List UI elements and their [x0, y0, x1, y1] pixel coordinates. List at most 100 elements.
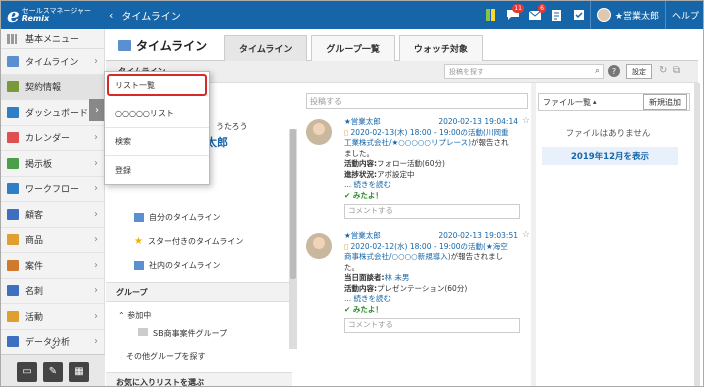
collapse-chevron-icon[interactable]: ⌄ — [1, 338, 105, 352]
tl-item-label: 自分のタイムライン — [149, 212, 221, 222]
post-date[interactable]: 2020-02-13 19:04:14 — [438, 117, 518, 128]
right-scrollbar[interactable] — [694, 83, 700, 386]
field-value: フォロー活動(60分) — [377, 159, 445, 168]
group-name: SB商事案件グループ — [153, 329, 228, 338]
activity-link[interactable]: 2020-02-13(木) 18:00 - 19:00の活動(川岡重 — [351, 128, 509, 137]
refresh-icon[interactable]: ↻ — [659, 65, 667, 76]
checklist-icon[interactable] — [568, 1, 590, 29]
help-icon[interactable]: ? — [608, 65, 620, 77]
empty-files-text: ファイルはありません — [565, 129, 651, 139]
window-icon[interactable]: ▭ — [17, 361, 37, 382]
activity-link-cont[interactable]: 商事株式会社/○○○○新規導入) — [344, 252, 451, 261]
sidebar-item-label: タイムライン — [25, 57, 79, 68]
left-scroll-thumb[interactable] — [290, 129, 296, 279]
sidebar-item-icon — [7, 183, 19, 195]
star-outline-icon[interactable]: ☆ — [522, 230, 530, 241]
sidebar-item[interactable]: 商品 › — [1, 228, 104, 253]
search-icon[interactable]: ⌕ — [595, 66, 600, 76]
tl-item-mine[interactable]: 自分のタイムライン — [116, 205, 291, 229]
user-timeline-icon — [134, 212, 144, 222]
user-menu[interactable]: ★営業太郎 — [589, 1, 665, 29]
month-link[interactable]: 2019年12月を表示 — [542, 147, 678, 165]
group-joined-toggle[interactable]: ⌃ 参加中 — [118, 310, 151, 321]
help-link[interactable]: ヘルプ — [664, 1, 703, 29]
tab-bar: タイムライン グループ一覧 ウォッチ対象 — [224, 35, 483, 61]
menu-item-list-overview[interactable]: リスト一覧 — [107, 74, 207, 96]
tl-item-company[interactable]: 社内のタイムライン — [116, 253, 291, 277]
star-outline-icon[interactable]: ☆ — [522, 116, 530, 127]
top-bar: e セールスマネージャー Remix ‹ タイムライン 11 6 ★営業太郎 ヘ… — [1, 1, 703, 29]
fav-header: お気に入りリストを選ぶ — [106, 372, 292, 386]
sidebar-item[interactable]: 顧客 › — [1, 202, 104, 228]
sidebar-item-icon — [7, 157, 19, 169]
like-button[interactable]: ✔ みたよ！ — [344, 191, 530, 202]
sidebar-item[interactable]: 契約情報 — [1, 74, 104, 100]
file-list-title: ファイル一覧 — [543, 97, 591, 107]
post-author[interactable]: ★営業太郎 — [344, 231, 381, 240]
sidebar-item-label: 顧客 — [25, 210, 44, 221]
post-search-input[interactable]: 投稿を探す ⌕ — [444, 64, 604, 79]
notification-icon[interactable]: 11 — [502, 1, 524, 29]
tl-item-starred[interactable]: ★ スター付きのタイムライン — [116, 229, 291, 253]
app-logo[interactable]: e セールスマネージャー Remix — [1, 1, 105, 29]
bookmark-flag-icon[interactable] — [480, 1, 502, 29]
sidebar-item[interactable]: タイムライン › — [1, 49, 104, 75]
menu-item-saved-list[interactable]: ○○○○○リスト — [105, 100, 209, 128]
sidebar-item[interactable]: 掲示板 › — [1, 151, 104, 177]
sidebar-item-icon — [7, 310, 19, 322]
post-date[interactable]: 2020-02-13 19:03:51 — [438, 231, 518, 242]
sidebar-item[interactable]: 活動 › — [1, 304, 104, 330]
menu-item-search[interactable]: 検索 — [105, 128, 209, 156]
submenu-arrow-icon[interactable]: › — [89, 99, 105, 121]
chevron-left-icon[interactable]: ‹ — [109, 9, 113, 22]
wrench-icon[interactable]: ✎ — [43, 361, 63, 382]
file-list-header[interactable]: ファイル一覧 ▴ 新規追加 — [538, 93, 690, 111]
file-panel: ファイル一覧 ▴ 新規追加 ファイルはありません 2019年12月を表示 — [538, 83, 690, 386]
comment-input[interactable]: コメントする — [344, 318, 520, 333]
sidebar-item-label: カレンダー — [25, 134, 71, 145]
tab-groups[interactable]: グループ一覧 — [311, 35, 395, 61]
sidebar-item-icon — [7, 208, 19, 220]
author-avatar[interactable] — [306, 233, 332, 259]
sidebar-tools: ▭ ✎ ▦ — [1, 354, 105, 386]
read-more-link[interactable]: ... 続きを読む — [344, 180, 530, 191]
sidebar-item[interactable]: 名刺 › — [1, 279, 104, 304]
popout-icon[interactable]: ⧉ — [673, 65, 680, 76]
mail-icon[interactable]: 6 — [524, 1, 546, 29]
left-scrollbar[interactable] — [289, 129, 297, 349]
settings-button[interactable]: 設定 — [626, 64, 652, 79]
sidebar-item[interactable]: 案件 › — [1, 253, 104, 279]
sidebar-item[interactable]: カレンダー › — [1, 126, 104, 151]
apps-grid-icon[interactable]: ▦ — [69, 361, 89, 382]
page-title: タイムライン — [118, 37, 207, 54]
post-author[interactable]: ★営業太郎 — [344, 117, 381, 126]
activity-icon: ▯ — [344, 241, 349, 251]
feed-scrollbar[interactable] — [531, 83, 536, 386]
comment-input[interactable]: コメントする — [344, 204, 520, 219]
sidebar-item-icon — [7, 234, 19, 246]
group-item[interactable]: SB商事案件グループ — [138, 328, 227, 339]
activity-link[interactable]: 2020-02-12(水) 18:00 - 19:00の活動(★海空 — [351, 242, 508, 251]
new-file-button[interactable]: 新規追加 — [643, 94, 687, 110]
post-body: ★営業太郎 2020-02-13 19:03:51 ☆ ▯ 2020-02-12(水)… — [344, 230, 530, 333]
like-button[interactable]: ✔ みたよ！ — [344, 305, 530, 316]
tab-timeline[interactable]: タイムライン — [224, 35, 308, 61]
group-search-link[interactable]: その他グループを探す — [126, 351, 206, 362]
post-input[interactable]: 投稿する — [306, 93, 528, 109]
post-text-end: ました。 — [344, 148, 374, 158]
menu-item-register[interactable]: 登録 — [105, 156, 209, 184]
activity-icon: ▯ — [344, 127, 349, 137]
sidebar-item-icon — [7, 132, 19, 144]
like-label: みたよ！ — [352, 190, 383, 200]
group-header: グループ — [106, 282, 292, 302]
post-text: が報告され — [471, 138, 509, 147]
document-icon[interactable] — [546, 1, 568, 29]
notification-badge: 11 — [512, 4, 524, 13]
sidebar-item-icon — [7, 259, 19, 271]
author-avatar[interactable] — [306, 119, 332, 145]
sidebar-header[interactable]: 基本メニュー — [1, 29, 104, 49]
read-more-link[interactable]: ... 続きを読む — [344, 294, 530, 305]
tab-watch[interactable]: ウォッチ対象 — [398, 35, 483, 61]
sidebar-item[interactable]: ワークフロー › — [1, 177, 104, 202]
activity-link-cont[interactable]: 工業株式会社/★○○○○○リプレース) — [344, 138, 471, 147]
